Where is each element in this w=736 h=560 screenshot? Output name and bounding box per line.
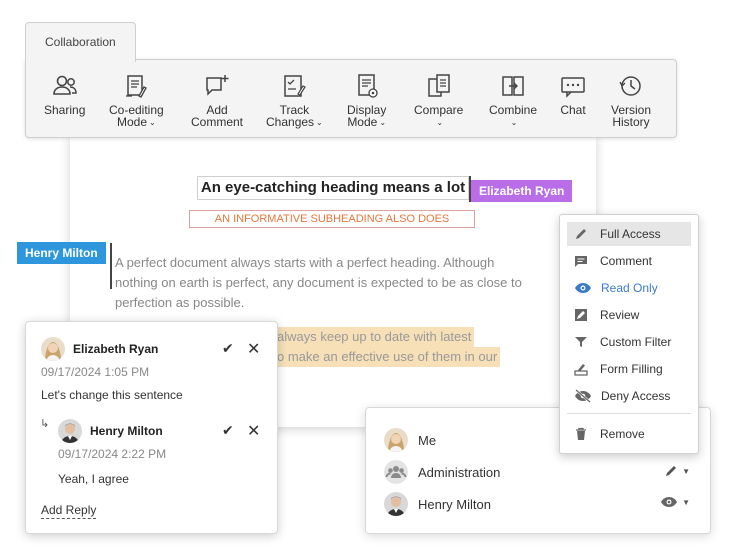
sharing-user-row: Henry Milton	[384, 492, 491, 516]
sharing-user-row: Administration	[384, 460, 500, 484]
review-icon	[575, 309, 587, 321]
group-avatar	[384, 460, 408, 484]
paragraph-line-2: nothing on earth is perfect, any documen…	[115, 275, 522, 290]
filter-icon	[575, 337, 587, 347]
track-changes-label-2: Changes ⌄	[266, 115, 323, 129]
co-editing-mode-icon	[126, 75, 148, 98]
comment-date: 09/17/2024 1:05 PM	[41, 365, 150, 379]
menu-item-form-filling[interactable]: Form Filling	[567, 357, 691, 381]
co-editing-mode-button[interactable]: Co-editing Mode ⌄	[109, 72, 164, 129]
add-comment-label-2: Comment	[191, 115, 244, 129]
elizabeth-cursor-tag: Elizabeth Ryan	[471, 180, 573, 202]
menu-divider	[567, 413, 691, 414]
add-reply-link[interactable]: Add Reply	[41, 503, 97, 519]
display-mode-button[interactable]: Display Mode ⌄	[347, 72, 386, 129]
document-subheading[interactable]: AN INFORMATIVE SUBHEADING ALSO DOES	[189, 210, 475, 228]
document-heading[interactable]: An eye-catching heading means a lot	[197, 176, 469, 200]
sharing-button[interactable]: Sharing	[44, 72, 85, 116]
comment-icon	[575, 256, 587, 267]
compare-icon	[427, 74, 450, 97]
sharing-user-name: Administration	[418, 464, 501, 480]
track-changes-icon	[284, 75, 307, 97]
form-filling-icon	[574, 364, 588, 376]
reply-text: Yeah, I agree	[58, 472, 129, 486]
caret-down-icon: ▼	[682, 497, 690, 507]
reply-date: 09/17/2024 2:22 PM	[58, 447, 167, 461]
commented-text-line-2[interactable]: o make an effective use of them in our	[274, 347, 501, 367]
comment-author: Elizabeth Ryan	[73, 342, 159, 356]
combine-label: Combine	[489, 103, 538, 117]
co-editing-label-2: Mode ⌄	[116, 115, 156, 129]
chevron-down-icon: ⌄	[510, 118, 518, 127]
reply-author: Henry Milton	[90, 424, 163, 438]
chevron-down-icon: ⌄	[379, 118, 387, 127]
sharing-user-name: Me	[418, 432, 437, 448]
resolve-check-icon[interactable]: ✔	[222, 340, 234, 357]
pencil-icon	[666, 466, 677, 476]
commented-text-line-1[interactable]: always keep up to date with latest	[274, 327, 475, 347]
menu-item-review[interactable]: Review	[567, 303, 691, 327]
resolve-check-icon[interactable]: ✔	[222, 422, 234, 439]
add-comment-icon	[206, 75, 229, 96]
paragraph-line-3: perfection as possible.	[115, 295, 245, 310]
version-history-label-2: History	[612, 115, 650, 129]
compare-button[interactable]: Compare ⌄	[414, 72, 463, 129]
comment-text: Let's change this sentence	[41, 388, 183, 402]
woman-avatar	[384, 428, 408, 452]
avatar	[58, 419, 82, 443]
paragraph-line-1: A perfect document always starts with a …	[115, 255, 495, 270]
menu-item-remove[interactable]: Remove	[567, 422, 691, 446]
version-history-icon	[619, 76, 641, 96]
combine-chevron: ⌄	[509, 116, 518, 129]
version-history-button[interactable]: Version History	[611, 72, 651, 128]
sharing-icon	[52, 75, 77, 95]
avatar	[41, 337, 65, 361]
sharing-user-row: Me	[384, 428, 436, 452]
caret-down-icon: ▼	[682, 466, 690, 476]
chat-label: Chat	[560, 103, 586, 117]
menu-item-comment[interactable]: Comment	[567, 249, 691, 273]
trash-icon	[576, 427, 586, 440]
track-changes-button[interactable]: Track Changes ⌄	[266, 72, 323, 129]
sharing-label: Sharing	[44, 103, 86, 117]
combine-icon	[502, 76, 524, 96]
collaboration-toolbar: Sharing Co-editing Mode ⌄ Add Comment Tra…	[25, 59, 677, 138]
reply-arrow-icon: ↳	[40, 418, 50, 430]
permissions-menu: Full Access Comment Read Only Review Cus…	[559, 214, 699, 454]
menu-item-deny-access[interactable]: Deny Access	[567, 384, 691, 408]
chevron-down-icon: ⌄	[436, 118, 444, 127]
deny-access-icon	[575, 389, 591, 403]
comment-panel: Elizabeth Ryan ✔ ✕ 09/17/2024 1:05 PM Le…	[25, 321, 278, 534]
henry-cursor-tag: Henry Milton	[17, 242, 106, 264]
display-mode-label-2: Mode ⌄	[347, 115, 387, 129]
chat-icon	[561, 77, 585, 98]
app-root: Collaboration Sharing Co-editing Mode ⌄ A…	[0, 0, 736, 560]
close-icon[interactable]: ✕	[247, 421, 260, 441]
man-avatar	[384, 492, 408, 516]
tab-collaboration[interactable]: Collaboration	[25, 22, 136, 62]
henry-cursor	[110, 243, 112, 289]
menu-item-read-only[interactable]: Read Only	[567, 276, 691, 300]
menu-item-custom-filter[interactable]: Custom Filter	[567, 330, 691, 354]
menu-item-full-access[interactable]: Full Access	[567, 222, 691, 246]
chevron-down-icon: ⌄	[149, 118, 156, 127]
permission-dropdown[interactable]: ▼	[664, 464, 690, 478]
display-mode-icon	[357, 74, 378, 98]
pencil-icon	[576, 229, 586, 239]
sharing-user-name: Henry Milton	[418, 496, 491, 512]
combine-button[interactable]: Combine ⌄	[489, 72, 537, 129]
eye-icon	[661, 497, 678, 507]
permission-dropdown[interactable]: ▼	[660, 496, 690, 508]
chevron-down-icon: ⌄	[316, 118, 323, 127]
close-icon[interactable]: ✕	[247, 339, 260, 359]
document-paragraph[interactable]: A perfect document always starts with a …	[115, 253, 540, 313]
compare-label: Compare	[414, 103, 464, 117]
compare-chevron: ⌄	[434, 116, 443, 129]
eye-icon	[575, 283, 591, 293]
chat-button[interactable]: Chat	[559, 72, 587, 116]
add-comment-button[interactable]: Add Comment	[191, 72, 243, 128]
